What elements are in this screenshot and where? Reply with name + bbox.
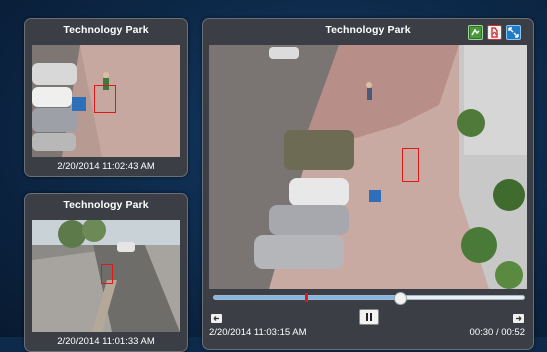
step-back-icon[interactable] <box>211 310 222 323</box>
player-timestamp: 2/20/2014 11:03:15 AM <box>209 327 307 338</box>
timeline-track[interactable] <box>213 292 525 305</box>
camera-video-2[interactable] <box>32 220 180 332</box>
camera-title: Technology Park <box>63 24 149 36</box>
detection-box[interactable] <box>101 264 113 284</box>
pause-icon <box>366 313 372 321</box>
main-video-frame[interactable] <box>209 45 527 289</box>
player-title: Technology Park <box>325 24 411 36</box>
timeline-scrubber-handle[interactable] <box>393 292 407 305</box>
camera-timestamp: 2/20/2014 11:02:43 AM <box>57 161 155 172</box>
detection-box[interactable] <box>94 85 116 113</box>
camera-timestamp: 2/20/2014 11:01:33 AM <box>57 336 155 347</box>
expand-icon[interactable] <box>506 25 521 40</box>
main-video-scene <box>209 45 527 289</box>
time-display: 00:30 / 00:52 <box>469 327 525 338</box>
step-forward-icon[interactable] <box>513 310 524 323</box>
pdf-report-icon[interactable] <box>487 25 502 40</box>
event-marker[interactable] <box>305 293 309 302</box>
camera-video-1[interactable] <box>32 45 180 157</box>
camera-tile-2[interactable]: Technology Park 2/20/2014 11:01:33 AM <box>24 193 188 352</box>
detection-box[interactable] <box>402 148 419 182</box>
map-export-icon[interactable] <box>468 25 483 40</box>
main-video-player: Technology Park 2/20/2014 11:03:15 AM 00… <box>202 18 534 350</box>
pause-button[interactable] <box>359 309 379 325</box>
camera-tile-1[interactable]: Technology Park 2/20/2014 11:02:43 AM <box>24 18 188 177</box>
camera-title: Technology Park <box>63 199 149 211</box>
